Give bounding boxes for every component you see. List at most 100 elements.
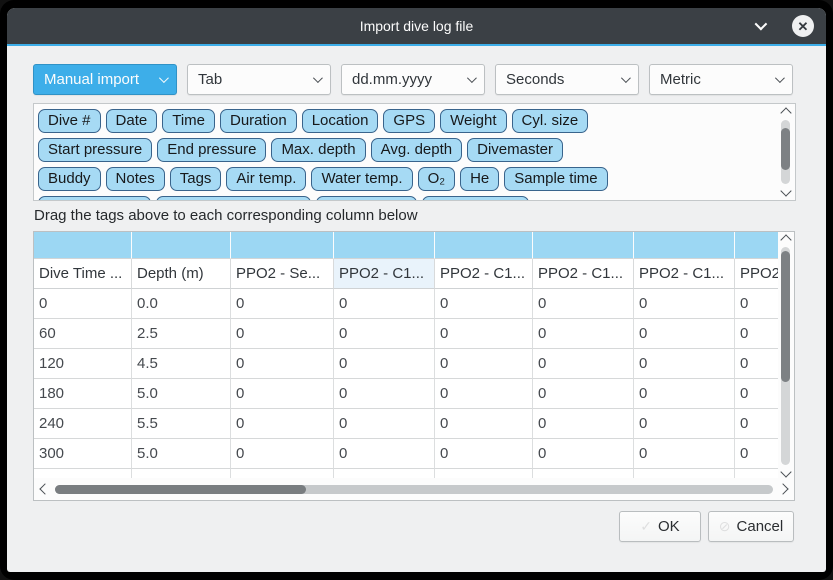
table-cell: 0 [634,319,735,349]
drop-target-cell[interactable] [334,232,435,259]
table-cell: 0 [735,439,778,469]
tag-chip[interactable]: Divemaster [467,138,563,162]
tag-scrollbar-track[interactable] [781,120,790,184]
duration-format-select[interactable]: Seconds [495,64,639,95]
titlebar[interactable]: Import dive log file ✕ [7,8,826,44]
table-vscrollbar-track[interactable] [781,247,790,465]
column-header: PPO2 - C1... [735,259,778,289]
scroll-up-icon[interactable] [780,234,791,245]
tag-row: Dive #DateTimeDurationLocationGPSWeightC… [38,109,775,133]
close-icon[interactable]: ✕ [792,15,814,37]
tag-chip[interactable]: Cyl. size [512,109,589,133]
table-cell: 0 [735,319,778,349]
tag-chip[interactable]: Water temp. [311,167,412,191]
table-header-row: Dive Time ...Depth (m)PPO2 - Se...PPO2 -… [34,259,794,289]
tag-scrollbar[interactable] [778,106,793,198]
table-cell: 240 [34,409,132,439]
tag-chip[interactable]: Sample time [504,167,607,191]
drop-target-cell[interactable] [533,232,634,259]
cancel-button[interactable]: ⊘ Cancel [708,511,794,542]
tag-chip[interactable]: End pressure [157,138,266,162]
drop-target-cell[interactable] [634,232,735,259]
table-cell: 0 [435,319,533,349]
column-header: PPO2 - C1... [634,259,735,289]
table-cell: 0 [231,439,334,469]
scroll-right-icon[interactable] [777,483,788,494]
units-select[interactable]: Metric [649,64,793,95]
tag-row: BuddyNotesTagsAir temp.Water temp.O₂HeSa… [38,167,775,191]
table-row: 602.5000000 [34,319,794,349]
scroll-up-icon[interactable] [780,107,791,118]
tag-chip[interactable]: O₂ [418,167,456,191]
tag-chip[interactable]: He [460,167,499,191]
table-cell [634,469,735,478]
table-vscrollbar-thumb[interactable] [781,251,790,382]
scroll-down-icon[interactable] [780,466,791,477]
tag-chip[interactable]: Duration [220,109,297,133]
tag-chip[interactable]: GPS [383,109,435,133]
table-row: 1805.0000000 [34,379,794,409]
select-value: Tab [198,71,313,88]
tag-chip[interactable]: Time [162,109,215,133]
tag-chip[interactable]: Location [302,109,379,133]
table-cell: 0 [735,379,778,409]
table-cell: 0 [435,379,533,409]
table-cell: 0 [634,379,735,409]
import-dialog-window: Import dive log file ✕ Manual import Tab d… [7,8,826,572]
tag-chip[interactable]: Weight [440,109,506,133]
table-hscrollbar[interactable] [35,479,793,499]
field-separator-select[interactable]: Tab [187,64,331,95]
table-cell: 300 [34,439,132,469]
table-cell [231,469,334,478]
table-cell [34,469,132,478]
drop-target-cell[interactable] [34,232,132,259]
table-cell [334,469,435,478]
tag-chip[interactable]: Dive # [38,109,101,133]
table-cell: 0 [634,439,735,469]
tag-chip[interactable]: Tags [170,167,222,191]
tag-chip[interactable]: Sample pO₂ [316,196,417,201]
scroll-down-icon[interactable] [780,185,791,196]
table-cell: 0 [334,439,435,469]
import-mode-select[interactable]: Manual import [33,64,177,95]
window-title: Import dive log file [7,18,826,34]
table-row: 1204.5000000 [34,349,794,379]
table-cell: 0 [231,289,334,319]
table-cell: 0 [231,379,334,409]
scroll-left-icon[interactable] [39,483,50,494]
table-cell: 0 [435,349,533,379]
instruction-text: Drag the tags above to each correspondin… [34,207,418,224]
check-icon: ✓ [640,518,652,535]
column-header: Dive Time ... [34,259,132,289]
tag-chip[interactable]: Buddy [38,167,101,191]
tag-chip[interactable]: Notes [106,167,165,191]
table-cell: 120 [34,349,132,379]
table-hscrollbar-track[interactable] [55,485,773,494]
ok-button[interactable]: ✓ OK [619,511,701,542]
tag-chip[interactable]: Air temp. [226,167,306,191]
table-cell: 0 [634,289,735,319]
drop-target-cell[interactable] [735,232,778,259]
table-cell: 0 [735,349,778,379]
drop-target-cell[interactable] [435,232,533,259]
select-value: Manual import [44,71,159,88]
drop-target-cell[interactable] [132,232,231,259]
tag-scrollbar-thumb[interactable] [781,128,790,170]
table-hscrollbar-thumb[interactable] [55,485,306,494]
tag-chip[interactable]: Avg. depth [371,138,462,162]
tag-chip[interactable]: Max. depth [271,138,365,162]
tag-chip[interactable]: Sample temperature [156,196,312,201]
table-cell: 0 [533,319,634,349]
tag-chip[interactable]: Sample depth [38,196,151,201]
chevron-down-icon [775,73,785,83]
table-cell: 0 [533,439,634,469]
tag-chip[interactable]: Sample CNS [422,196,529,201]
tag-chip[interactable]: Date [106,109,158,133]
column-header: PPO2 - C1... [435,259,533,289]
tag-chip[interactable]: Start pressure [38,138,152,162]
table-cell [132,469,231,478]
drop-target-cell[interactable] [231,232,334,259]
date-format-select[interactable]: dd.mm.yyyy [341,64,485,95]
table-vscrollbar[interactable] [778,233,793,479]
chevron-down-icon [159,73,169,83]
